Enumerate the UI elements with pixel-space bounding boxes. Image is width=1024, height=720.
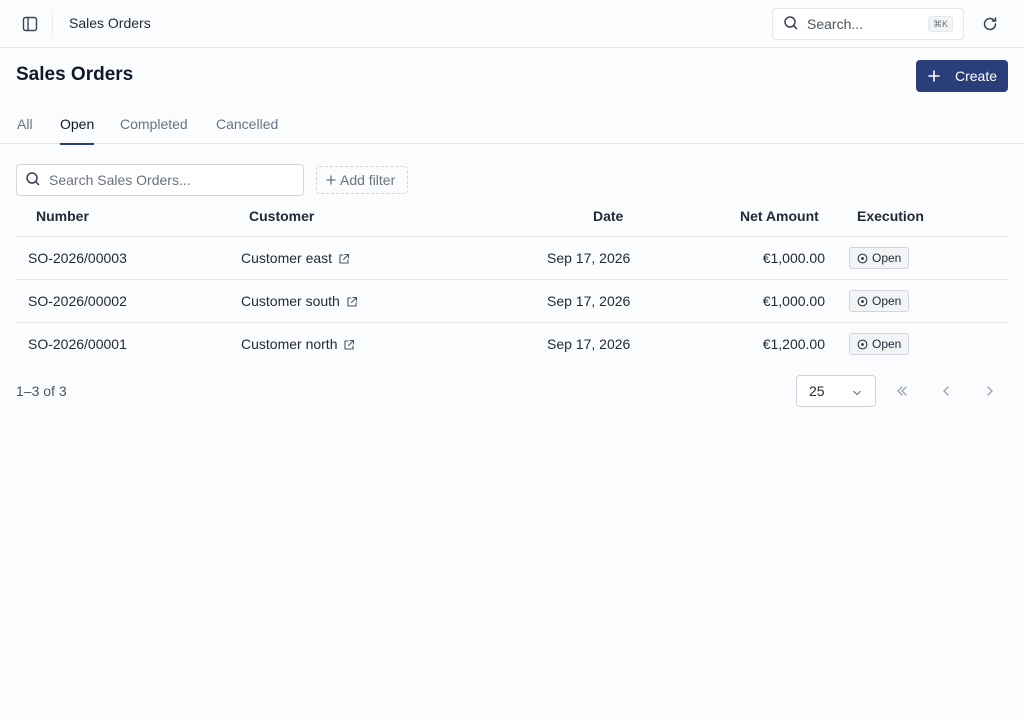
circle-dot-icon bbox=[857, 339, 868, 350]
order-number: SO-2026/00001 bbox=[28, 336, 127, 352]
table-row[interactable]: SO-2026/00002 Customer south Sep 17, 202… bbox=[16, 280, 1008, 323]
order-number: SO-2026/00003 bbox=[28, 250, 127, 266]
create-button[interactable]: Create bbox=[916, 60, 1008, 92]
page-title: Sales Orders bbox=[16, 64, 134, 85]
tab-open[interactable]: Open bbox=[60, 116, 95, 145]
tab-all[interactable]: All bbox=[17, 116, 33, 144]
search-icon bbox=[783, 15, 799, 34]
chevron-left-icon[interactable] bbox=[936, 381, 956, 401]
external-link-icon bbox=[343, 338, 355, 350]
order-number: SO-2026/00002 bbox=[28, 293, 127, 309]
table-header: Number Customer Date Net Amount Executio… bbox=[16, 196, 1008, 237]
net-amount: €1,000.00 bbox=[762, 293, 825, 309]
status-label: Open bbox=[872, 294, 902, 308]
top-divider bbox=[52, 14, 53, 34]
tab-completed[interactable]: Completed bbox=[120, 116, 188, 144]
refresh-icon[interactable] bbox=[980, 14, 1000, 34]
external-link-icon bbox=[346, 295, 358, 307]
plus-icon bbox=[926, 68, 942, 84]
customer-link[interactable]: Customer north bbox=[241, 336, 355, 352]
column-header-customer[interactable]: Customer bbox=[249, 208, 314, 224]
external-link-icon bbox=[338, 252, 350, 264]
column-header-execution[interactable]: Execution bbox=[857, 208, 924, 224]
search-icon bbox=[25, 171, 41, 190]
chevrons-left-icon[interactable] bbox=[892, 381, 912, 401]
circle-dot-icon bbox=[857, 253, 868, 264]
table-row[interactable]: SO-2026/00001 Customer north Sep 17, 202… bbox=[16, 323, 1008, 366]
table-row[interactable]: SO-2026/00003 Customer east Sep 17, 2026… bbox=[16, 237, 1008, 280]
search-shortcut-badge: ⌘K bbox=[927, 16, 953, 32]
column-header-number[interactable]: Number bbox=[36, 208, 89, 224]
customer-name: Customer south bbox=[241, 293, 340, 309]
chevron-right-icon[interactable] bbox=[980, 381, 1000, 401]
status-badge: Open bbox=[849, 247, 910, 269]
net-amount: €1,000.00 bbox=[762, 250, 825, 266]
customer-name: Customer north bbox=[241, 336, 338, 352]
status-label: Open bbox=[872, 251, 902, 265]
chevron-down-icon bbox=[851, 386, 863, 398]
search-sales-orders-input[interactable] bbox=[49, 172, 289, 188]
page-size-value: 25 bbox=[809, 383, 825, 399]
column-header-date[interactable]: Date bbox=[593, 208, 623, 224]
global-search-label: Search... bbox=[807, 16, 864, 32]
table-search-box bbox=[16, 164, 304, 196]
order-date: Sep 17, 2026 bbox=[547, 250, 631, 266]
sidebar-toggle-icon[interactable] bbox=[20, 14, 40, 34]
order-date: Sep 17, 2026 bbox=[547, 336, 631, 352]
pagination-range: 1–3 of 3 bbox=[16, 383, 67, 399]
column-header-net-amount[interactable]: Net Amount bbox=[740, 208, 819, 224]
status-label: Open bbox=[872, 337, 902, 351]
status-badge: Open bbox=[849, 290, 910, 312]
net-amount: €1,200.00 bbox=[762, 336, 825, 352]
customer-link[interactable]: Customer south bbox=[241, 293, 358, 309]
circle-dot-icon bbox=[857, 296, 868, 307]
add-filter-button[interactable]: Add filter bbox=[316, 166, 408, 194]
tab-cancelled[interactable]: Cancelled bbox=[216, 116, 278, 144]
status-badge: Open bbox=[849, 333, 910, 355]
create-button-label: Create bbox=[955, 68, 998, 84]
status-tabs: All Open Completed Cancelled bbox=[0, 104, 1024, 145]
customer-name: Customer east bbox=[241, 250, 333, 266]
breadcrumb-title: Sales Orders bbox=[69, 15, 151, 31]
global-search[interactable]: Search... ⌘K bbox=[772, 8, 964, 40]
top-bar: Sales Orders Search... ⌘K bbox=[0, 0, 1024, 48]
page-size-select[interactable]: 25 bbox=[796, 375, 876, 407]
add-filter-label: Add filter bbox=[340, 172, 396, 188]
plus-icon bbox=[326, 172, 336, 188]
customer-link[interactable]: Customer east bbox=[241, 250, 350, 266]
order-date: Sep 17, 2026 bbox=[547, 293, 631, 309]
